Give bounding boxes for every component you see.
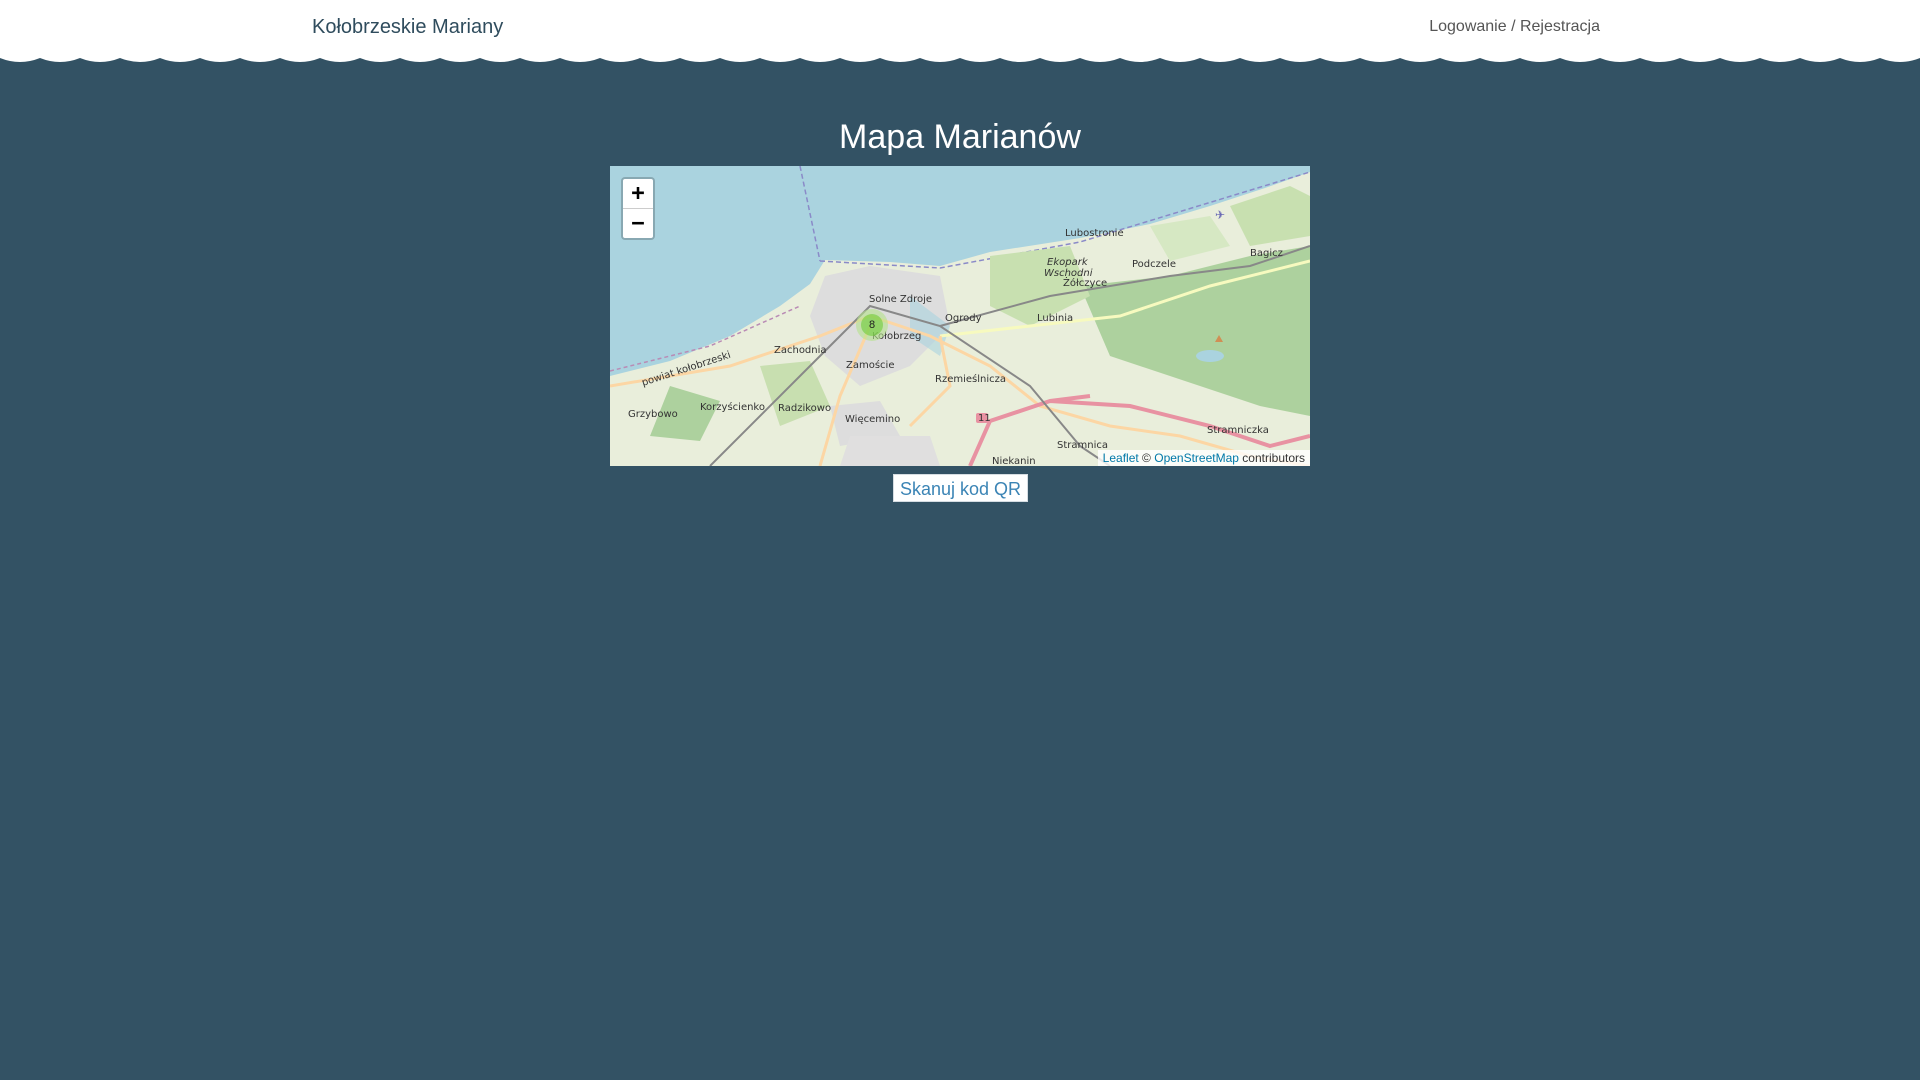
map-label-zolczyce: Żółczyce (1063, 276, 1107, 289)
map-label-niekanin: Niekanin (992, 456, 1036, 466)
map-label-ogrody: Ogrody (945, 313, 982, 324)
airport-icon: ✈ (1215, 208, 1225, 222)
map-label-wiecemino: Więcemino (845, 414, 900, 425)
map-label-bagicz: Bagicz (1250, 248, 1283, 259)
marker-cluster-count: 8 (861, 314, 883, 336)
map-label-ekopark: Ekopark (1047, 257, 1089, 268)
leaflet-link[interactable]: Leaflet (1103, 451, 1139, 465)
map-container[interactable]: Lubostronie Podczele Bagicz Ekopark Wsch… (610, 166, 1310, 466)
map-label-stramniczka: Stramniczka (1207, 425, 1269, 436)
openstreetmap-link[interactable]: OpenStreetMap (1154, 451, 1239, 465)
zoom-out-button[interactable]: − (623, 209, 653, 238)
map-label-grzybowo: Grzybowo (628, 409, 678, 420)
map-label-radzikowo: Radzikowo (778, 403, 831, 414)
map-tiles[interactable]: Lubostronie Podczele Bagicz Ekopark Wsch… (610, 166, 1310, 466)
map-label-lubostronie: Lubostronie (1065, 228, 1124, 239)
zoom-control: + − (621, 177, 655, 240)
road-number-label: 11 (978, 413, 991, 424)
map-attribution: Leaflet © OpenStreetMap contributors (1097, 450, 1310, 466)
map-label-zachodnia: Zachodnia (774, 345, 827, 356)
brand-link[interactable]: Kołobrzeskie Mariany (312, 16, 503, 39)
scan-qr-button[interactable]: Skanuj kod QR (893, 474, 1029, 502)
map-label-podczele: Podczele (1132, 259, 1176, 270)
map-label-korzyscienko: Korzyścienko (700, 401, 765, 413)
marker-cluster[interactable]: 8 (856, 309, 888, 341)
map-label-lubinia: Lubinia (1037, 313, 1073, 324)
copyright-symbol: © (1142, 451, 1151, 465)
page-title: Mapa Marianów (839, 118, 1081, 156)
login-register-link[interactable]: Logowanie / Rejestracja (1429, 18, 1600, 36)
map-label-rzemieslnicza: Rzemieślnicza (935, 373, 1006, 385)
map-label-solne-zdroje: Solne Zdroje (869, 294, 932, 305)
contributors-text: contributors (1242, 451, 1305, 465)
wave-divider (0, 56, 1920, 74)
map-label-zamoscie: Zamoście (846, 359, 894, 371)
top-navbar: Kołobrzeskie Mariany Logowanie / Rejestr… (0, 0, 1920, 56)
zoom-in-button[interactable]: + (623, 179, 653, 209)
